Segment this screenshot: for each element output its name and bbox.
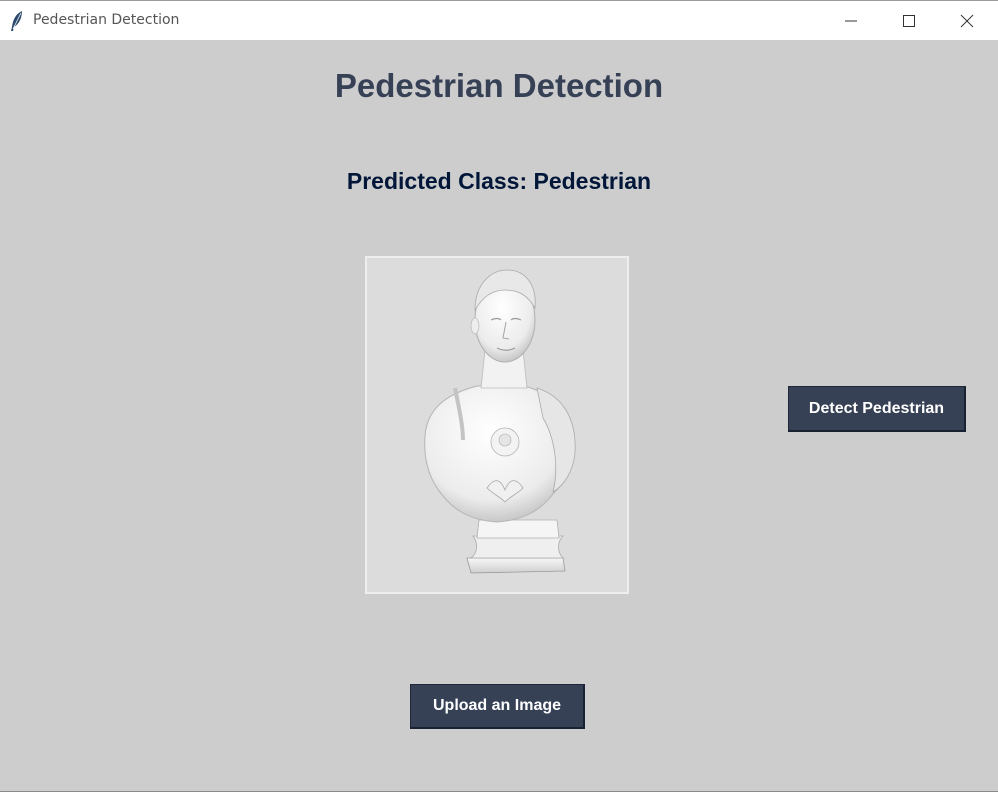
maximize-icon	[903, 15, 915, 27]
upload-image-button[interactable]: Upload an Image	[410, 684, 585, 729]
close-icon	[960, 14, 974, 28]
uploaded-image	[365, 256, 629, 594]
close-button[interactable]	[938, 1, 996, 40]
window-title: Pedestrian Detection	[33, 12, 180, 28]
detect-pedestrian-button[interactable]: Detect Pedestrian	[788, 386, 966, 432]
prediction-label: Predicted Class: Pedestrian	[346, 168, 652, 194]
feather-icon	[10, 10, 24, 32]
title-bar[interactable]: Pedestrian Detection	[0, 1, 998, 40]
maximize-button[interactable]	[880, 1, 938, 40]
minimize-icon	[845, 20, 857, 22]
app-window: Pedestrian Detection Pedestrian Detectio…	[0, 0, 998, 792]
page-title: Pedestrian Detection	[334, 67, 664, 104]
bust-sculpture-image	[424, 269, 576, 574]
minimize-button[interactable]	[822, 1, 880, 40]
main-content: Pedestrian Detection Predicted Class: Pe…	[0, 41, 998, 791]
